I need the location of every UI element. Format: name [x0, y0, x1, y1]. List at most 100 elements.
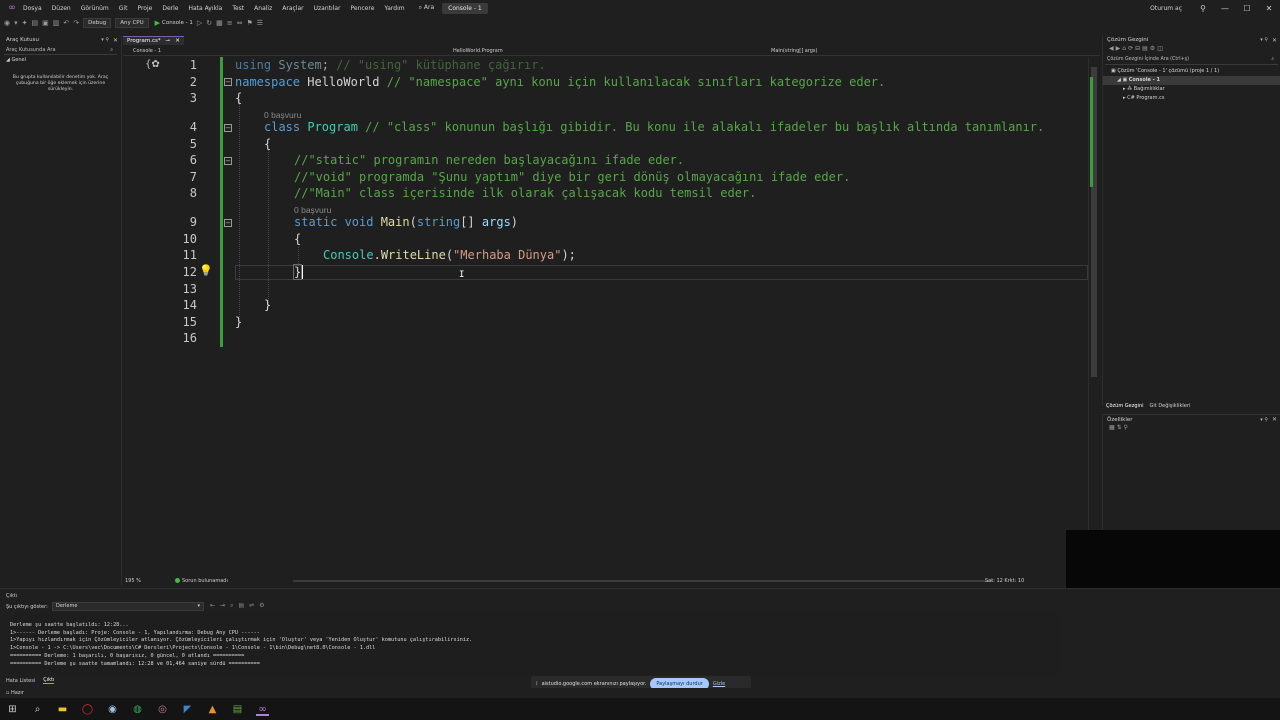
- menu-item-araclar[interactable]: Araçlar: [282, 5, 303, 12]
- codelens-references[interactable]: 0 başvuru: [294, 205, 331, 215]
- menu-item-uzantilar[interactable]: Uzantılar: [314, 5, 341, 12]
- menu-item-test[interactable]: Test: [232, 5, 244, 12]
- nav-member-dropdown[interactable]: Main(string[] args): [771, 48, 818, 54]
- save-all-icon[interactable]: ▥: [53, 19, 60, 27]
- word-wrap-icon[interactable]: ⇌: [249, 602, 259, 609]
- hot-reload-icon[interactable]: ↻: [206, 19, 212, 27]
- minimize-icon[interactable]: —: [1214, 4, 1236, 13]
- property-pages-icon[interactable]: ⚲: [1124, 424, 1128, 431]
- horizontal-scrollbar[interactable]: [293, 580, 993, 582]
- preview-icon[interactable]: ◫: [1157, 45, 1165, 52]
- editor-vertical-scrollbar[interactable]: [1088, 57, 1100, 575]
- toolbar-icon-c[interactable]: ⇔: [237, 19, 243, 27]
- fold-collapse-icon[interactable]: −: [224, 124, 232, 132]
- lightbulb-icon[interactable]: 💡: [199, 264, 213, 277]
- fold-collapse-icon[interactable]: −: [224, 219, 232, 227]
- configuration-select[interactable]: Debug: [83, 18, 112, 28]
- nav-project-dropdown[interactable]: Console - 1: [133, 48, 161, 54]
- toolbox-category-genel[interactable]: ◢ Genel: [0, 57, 121, 63]
- menu-item-proje[interactable]: Proje: [137, 5, 152, 12]
- code-editor[interactable]: {✿ − − − − 💡 1 2 3 4 5 6 7 8 9 10 11 12 …: [123, 57, 1088, 575]
- opera-gx-icon[interactable]: ◎: [156, 703, 169, 716]
- prev-message-icon[interactable]: ⇤: [210, 602, 220, 609]
- output-text[interactable]: Derleme şu saatte başlatıldı: 12:28... 1>…: [10, 614, 1060, 674]
- forward-icon[interactable]: ▾: [14, 19, 18, 27]
- toolbox-search-input[interactable]: Araç Kutusunda Ara ⌕: [4, 46, 117, 55]
- menu-item-yardim[interactable]: Yardım: [384, 5, 404, 12]
- toolbar-icon-a[interactable]: ▦: [216, 19, 223, 27]
- fold-collapse-icon[interactable]: −: [224, 157, 232, 165]
- opera-icon[interactable]: ◯: [81, 703, 94, 716]
- close-icon[interactable]: ✕: [1272, 415, 1277, 425]
- menu-item-git[interactable]: Git: [119, 5, 128, 12]
- notepad-icon[interactable]: ▤: [231, 703, 244, 716]
- menu-item-derle[interactable]: Derle: [162, 5, 178, 12]
- start-debug-icon[interactable]: ▶: [155, 19, 160, 27]
- search-button[interactable]: ⌕ Ara: [419, 4, 435, 12]
- comment-icon[interactable]: ☰: [257, 19, 263, 27]
- menu-item-duzen[interactable]: Düzen: [52, 5, 71, 12]
- bookmark-icon[interactable]: ⚑: [247, 19, 253, 27]
- steam-icon[interactable]: ◉: [106, 703, 119, 716]
- tab-error-list[interactable]: Hata Listesi: [6, 678, 35, 684]
- fold-collapse-icon[interactable]: −: [224, 78, 232, 86]
- quick-actions-icon[interactable]: {✿: [145, 59, 160, 70]
- issues-indicator[interactable]: Sorun bulunamadı: [175, 578, 228, 584]
- solution-search-input[interactable]: Çözüm Gezgini İçinde Ara (Ctrl+ş) ⌕: [1105, 56, 1278, 65]
- undo-icon[interactable]: ↶: [63, 19, 69, 27]
- close-icon[interactable]: ✕: [113, 36, 118, 45]
- tree-item-dependencies[interactable]: ▸ ⁂ Bağımlılıklar: [1103, 85, 1280, 94]
- tree-item-project[interactable]: ◢ ▣ Console - 1: [1103, 76, 1280, 85]
- windows-icon[interactable]: ⊞: [6, 703, 19, 716]
- start-debug-button[interactable]: Console - 1: [162, 20, 193, 26]
- redo-icon[interactable]: ↷: [73, 19, 79, 27]
- pin-icon[interactable]: ⚲: [1192, 4, 1214, 13]
- categorized-icon[interactable]: ▦: [1109, 424, 1115, 431]
- back-icon[interactable]: ◀: [1109, 45, 1116, 52]
- menu-item-pencere[interactable]: Pencere: [350, 5, 374, 12]
- hide-button[interactable]: Gizle: [713, 681, 725, 687]
- close-icon[interactable]: ✕: [1258, 4, 1280, 13]
- tab-git-changes[interactable]: Git Değişiklikleri: [1150, 403, 1191, 409]
- close-icon[interactable]: ✕: [1272, 36, 1277, 45]
- tab-program-cs[interactable]: Program.cs* ⊸ ✕: [123, 36, 184, 45]
- codelens-references[interactable]: 0 başvuru: [264, 110, 301, 120]
- file-explorer-icon[interactable]: ▬: [56, 703, 69, 716]
- vscode-icon[interactable]: ◤: [181, 703, 194, 716]
- tree-item-program-cs[interactable]: ▸ C# Program.cs: [1103, 94, 1280, 103]
- maximize-icon[interactable]: ☐: [1236, 4, 1258, 13]
- visual-studio-icon[interactable]: ∞: [256, 703, 269, 716]
- clear-all-icon[interactable]: ▤: [238, 602, 249, 609]
- open-icon[interactable]: ▤: [32, 19, 39, 27]
- menu-item-hata-ayikla[interactable]: Hata Ayıkla: [188, 5, 222, 12]
- next-message-icon[interactable]: ⇥: [220, 602, 230, 609]
- pin-icon[interactable]: ▾ ⚲: [101, 36, 109, 45]
- pin-icon[interactable]: ▾ ⚲: [1260, 36, 1268, 45]
- menu-item-analiz[interactable]: Analiz: [254, 5, 272, 12]
- drag-handle-icon[interactable]: ⁞: [536, 681, 538, 687]
- settings-icon[interactable]: ⚙: [259, 602, 269, 609]
- start-without-debug-icon[interactable]: ▷: [197, 19, 202, 27]
- alphabetical-icon[interactable]: ⇅: [1117, 424, 1122, 431]
- nav-class-dropdown[interactable]: HelloWorld.Program: [453, 48, 503, 54]
- chrome-icon[interactable]: ◍: [131, 703, 144, 716]
- tab-solution-explorer[interactable]: Çözüm Gezgini: [1106, 403, 1144, 409]
- menu-item-dosya[interactable]: Dosya: [23, 5, 42, 12]
- search-icon[interactable]: ⌕: [31, 703, 44, 716]
- back-icon[interactable]: ◉: [4, 19, 10, 27]
- new-item-icon[interactable]: ✦: [22, 19, 28, 27]
- tab-output[interactable]: Çıktı: [43, 677, 55, 684]
- zoom-level[interactable]: 195 %: [125, 578, 141, 584]
- pin-icon[interactable]: ▾ ⚲: [1260, 415, 1268, 425]
- menu-item-gorunum[interactable]: Görünüm: [81, 5, 109, 12]
- sign-in-button[interactable]: Oturum aç: [1150, 5, 1182, 12]
- tree-item-solution[interactable]: ▣ Çözüm 'Console - 1' çözümü (proje 1 / …: [1103, 67, 1280, 76]
- show-all-files-icon[interactable]: ▤: [1142, 45, 1150, 52]
- toolbar-icon-b[interactable]: ≡: [227, 19, 233, 27]
- close-tab-icon[interactable]: ✕: [175, 37, 180, 45]
- platform-select[interactable]: Any CPU: [115, 18, 149, 28]
- output-source-select[interactable]: Derleme ▾: [52, 602, 204, 611]
- pin-icon[interactable]: ⊸: [166, 37, 171, 45]
- save-icon[interactable]: ▣: [42, 19, 49, 27]
- office-icon[interactable]: ▲: [206, 703, 219, 716]
